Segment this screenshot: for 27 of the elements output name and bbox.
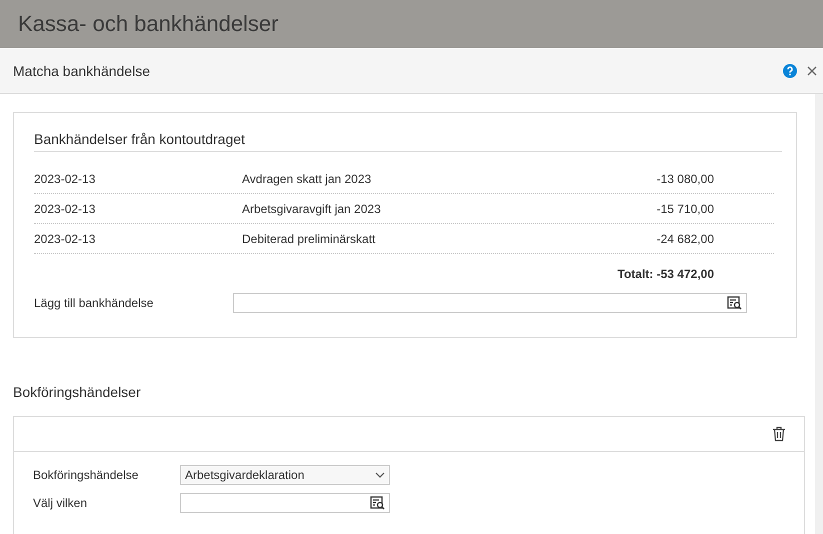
search-list-icon[interactable] <box>727 296 742 310</box>
dropdown[interactable]: Arbetsgivardeklaration <box>180 465 390 485</box>
amount-cell-text: -13 080,00 <box>656 172 715 186</box>
field-label: Välj vilken <box>33 496 88 510</box>
help-icon[interactable] <box>783 64 797 78</box>
amount-cell-text: -15 710,00 <box>656 202 715 216</box>
input-field[interactable] <box>233 293 747 313</box>
input-field[interactable] <box>180 493 390 513</box>
chevron-down-icon <box>375 472 385 478</box>
dialog-title: Matcha bankhändelse <box>13 62 151 78</box>
description-cell-text: Arbetsgivaravgift jan 2023 <box>242 202 382 216</box>
description-cell-text: Debiterad preliminärskatt <box>242 232 376 246</box>
date-cell-text: 2023-02-13 <box>34 202 96 216</box>
section-title: Bokföringshändelser <box>13 384 142 400</box>
section-title: Bankhändelser från kontoutdraget <box>34 131 782 152</box>
search-list-icon[interactable] <box>370 496 385 510</box>
field-label: Bokföringshändelse <box>33 468 140 482</box>
close-icon[interactable] <box>807 66 817 76</box>
page-title: Kassa- och bankhändelser <box>18 11 278 37</box>
amount-cell-text: -24 682,00 <box>656 232 715 246</box>
scrollbar[interactable] <box>815 94 823 534</box>
trash-icon[interactable] <box>772 426 786 442</box>
date-cell-text: 2023-02-13 <box>34 232 96 246</box>
field-label: Lägg till bankhändelse <box>34 296 154 310</box>
description-cell-text: Avdragen skatt jan 2023 <box>242 172 372 186</box>
total-text: Totalt: -53 472,00 <box>616 266 715 281</box>
date-cell-text: 2023-02-13 <box>34 172 96 186</box>
